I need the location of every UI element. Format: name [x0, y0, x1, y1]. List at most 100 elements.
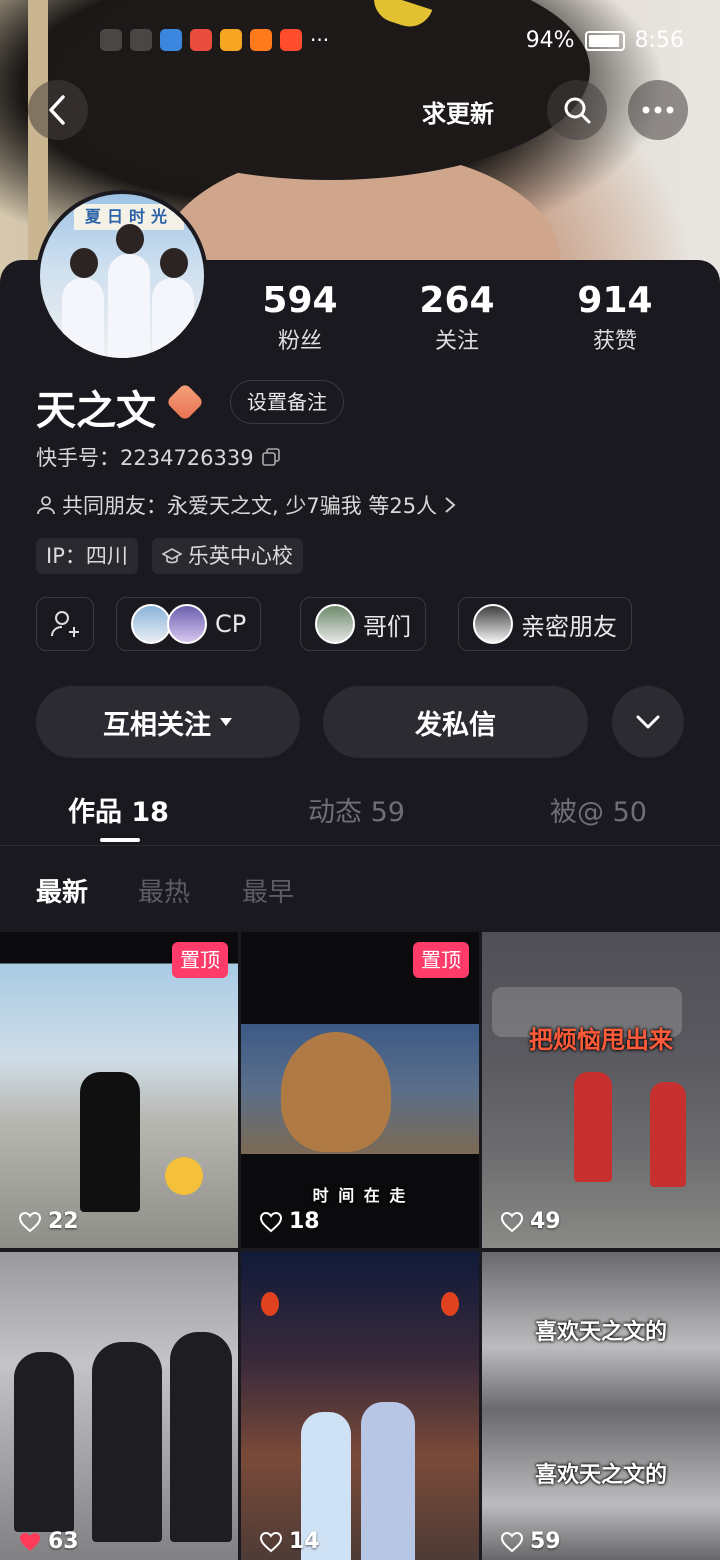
- status-icons: ···: [100, 28, 329, 52]
- sort-oldest[interactable]: 最早: [242, 872, 294, 909]
- like-count: 49: [530, 1209, 561, 1234]
- video-likes: 59: [500, 1529, 561, 1554]
- video-caption: 把烦恼甩出来: [529, 1026, 673, 1054]
- set-remark-button[interactable]: 设置备注: [230, 380, 344, 424]
- like-count: 14: [289, 1529, 320, 1554]
- kuaishou-id-row[interactable]: 快手号：2234726339: [36, 442, 280, 472]
- lantern-icon: [441, 1292, 459, 1316]
- video-item[interactable]: 喜欢天之文的 喜欢天之文的 59: [482, 1252, 720, 1560]
- ip-tag: IP：四川: [36, 538, 138, 574]
- avatar-kid: [62, 248, 104, 358]
- video-likes: 14: [259, 1529, 320, 1554]
- app-notification-icon: [280, 29, 302, 51]
- profile-name: 天之文: [36, 388, 156, 434]
- like-count: 22: [48, 1209, 79, 1234]
- mutual-friends-row[interactable]: 共同朋友：永爱天之文, 少7骗我 等25人: [36, 490, 457, 520]
- expand-button[interactable]: [612, 686, 684, 758]
- app-notification-icon: [190, 29, 212, 51]
- pinned-badge: 置顶: [172, 942, 228, 978]
- sort-hottest[interactable]: 最热: [138, 872, 190, 909]
- more-notifications-icon: ···: [310, 28, 330, 52]
- stat-fans[interactable]: 594 粉丝: [230, 280, 370, 355]
- stat-number: 594: [262, 280, 338, 321]
- relation-label: CP: [215, 610, 247, 638]
- cp-avatar: [131, 604, 171, 644]
- tab-mentions[interactable]: 被@ 50: [550, 790, 647, 829]
- sort-newest[interactable]: 最新: [36, 872, 88, 909]
- heart-eyes-emoji-icon: [165, 1157, 203, 1195]
- tab-works[interactable]: 作品 18: [68, 790, 169, 829]
- back-button[interactable]: [28, 80, 88, 140]
- video-thumb-figure: [80, 1072, 140, 1212]
- stat-following[interactable]: 264 关注: [387, 280, 527, 355]
- request-update-button[interactable]: 求更新: [422, 94, 494, 129]
- tab-moments[interactable]: 动态 59: [308, 790, 405, 829]
- divider: [0, 845, 720, 846]
- add-friend-button[interactable]: [36, 597, 94, 651]
- more-button[interactable]: [628, 80, 688, 140]
- profile-tags: IP：四川 乐英中心校: [36, 538, 303, 574]
- like-count: 63: [48, 1529, 79, 1554]
- avatar[interactable]: 夏日时光: [36, 190, 208, 362]
- heart-outline-icon: [500, 1531, 524, 1552]
- video-item[interactable]: 14: [241, 1252, 479, 1560]
- status-right: 94% 8:56: [526, 28, 684, 53]
- stat-label: 获赞: [592, 329, 637, 354]
- status-bar: ··· 94% 8:56: [0, 24, 720, 60]
- ip-text: IP：四川: [46, 544, 128, 568]
- stat-likes[interactable]: 914 获赞: [545, 280, 685, 355]
- app-notification-icon: [220, 29, 242, 51]
- video-item[interactable]: 置顶 22: [0, 932, 238, 1248]
- heart-outline-icon: [18, 1211, 42, 1232]
- stat-label: 粉丝: [277, 329, 322, 354]
- video-likes: 49: [500, 1209, 561, 1234]
- video-caption: 喜欢天之文的: [534, 1320, 667, 1345]
- bro-avatar: [315, 604, 355, 644]
- follow-label: 互相关注: [103, 709, 211, 741]
- video-thumb-figure: [170, 1332, 232, 1542]
- school-tag[interactable]: 乐英中心校: [151, 538, 303, 574]
- video-thumb-figure: [574, 1072, 612, 1182]
- relation-bro[interactable]: 哥们: [300, 597, 426, 651]
- cp-avatar: [167, 604, 207, 644]
- stat-number: 264: [419, 280, 495, 321]
- avatar-kid: [152, 248, 194, 358]
- search-button[interactable]: [547, 80, 607, 140]
- video-item[interactable]: 把烦恼甩出来 49: [482, 932, 720, 1248]
- copy-icon[interactable]: [261, 448, 280, 466]
- relation-label: 亲密朋友: [521, 612, 617, 641]
- heart-filled-icon: [20, 1532, 40, 1551]
- mutual-follow-button[interactable]: 互相关注: [36, 686, 300, 758]
- pinned-badge: 置顶: [413, 942, 469, 978]
- video-caption: 时 间 在 走: [312, 1186, 408, 1205]
- video-caption: 喜欢天之文的: [534, 1463, 667, 1488]
- sim-icon: [100, 29, 122, 51]
- like-count: 18: [289, 1209, 320, 1234]
- video-likes: 63: [18, 1529, 79, 1554]
- clock: 8:56: [634, 28, 684, 53]
- video-thumb-figure: [14, 1352, 74, 1532]
- mutual-friends-text: 共同朋友：永爱天之文, 少7骗我 等25人: [62, 494, 438, 518]
- video-item[interactable]: 63: [0, 1252, 238, 1560]
- video-item[interactable]: 时 间 在 走 置顶 18: [241, 932, 479, 1248]
- close-friend-avatar: [473, 604, 513, 644]
- relation-close-friend[interactable]: 亲密朋友: [458, 597, 632, 651]
- battery-percent: 94%: [525, 28, 575, 53]
- video-likes: 18: [259, 1209, 320, 1234]
- lantern-icon: [261, 1292, 279, 1316]
- kuaishou-id: 快手号：2234726339: [36, 446, 254, 470]
- more-dots-icon: [642, 106, 674, 114]
- video-thumb-figure: [650, 1082, 686, 1187]
- add-user-icon: [51, 611, 79, 637]
- chevron-right-icon: [445, 497, 456, 513]
- avatar-kid: [108, 224, 150, 358]
- person-icon: [37, 496, 55, 515]
- video-likes: 22: [18, 1209, 79, 1234]
- relation-label: 哥们: [363, 612, 411, 641]
- tab-indicator: [100, 838, 140, 842]
- relation-cp[interactable]: CP: [116, 597, 262, 651]
- send-message-button[interactable]: 发私信: [323, 686, 588, 758]
- search-icon: [564, 97, 591, 124]
- battery-icon: [584, 30, 625, 51]
- heart-outline-icon: [500, 1211, 524, 1232]
